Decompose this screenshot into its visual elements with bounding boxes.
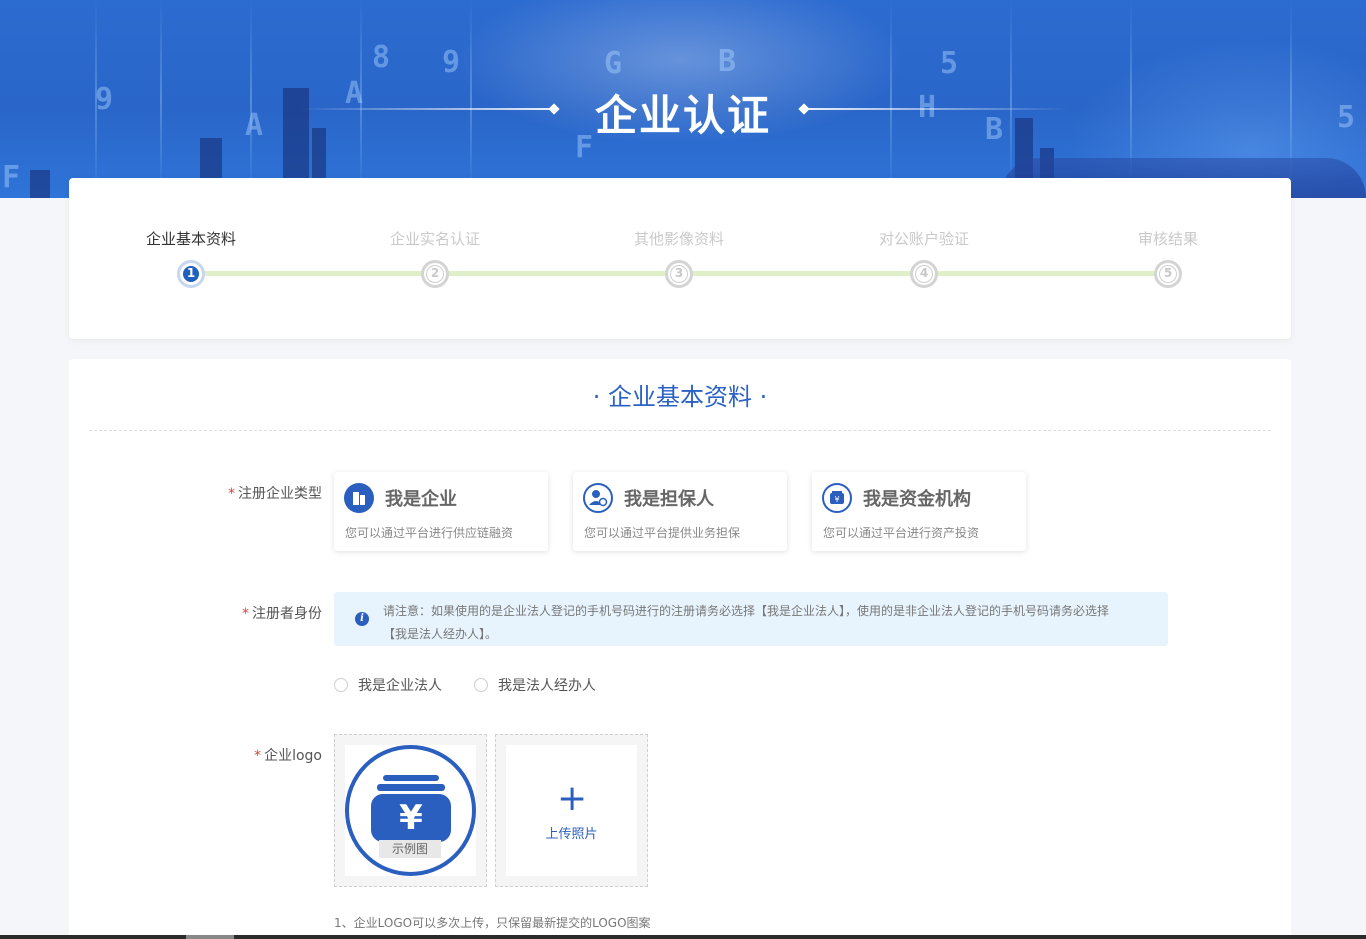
step-number: 1 xyxy=(182,265,200,283)
step-number: 3 xyxy=(670,265,688,283)
step-4: 对公账户验证 4 xyxy=(844,228,1004,288)
step-number: 2 xyxy=(426,265,444,283)
step-label: 企业实名认证 xyxy=(389,230,480,248)
type-card-enterprise[interactable]: 我是企业 您可以通过平台进行供应链融资 xyxy=(334,472,548,551)
radio-label: 我是法人经办人 xyxy=(498,678,596,694)
radio-legal-person[interactable]: 我是企业法人 xyxy=(334,675,442,695)
sample-badge: 示例图 xyxy=(379,840,441,858)
funding-icon: ¥ xyxy=(822,483,852,513)
step-3: 其他影像资料 3 xyxy=(599,228,759,288)
steps-card: 企业基本资料 1 企业实名认证 2 其他影像资料 3 对公账户验证 4 审核结果… xyxy=(69,178,1291,339)
step-1: 企业基本资料 1 xyxy=(111,228,271,288)
step-label: 对公账户验证 xyxy=(878,230,969,248)
notice-text: 请注意：如果使用的是企业法人登记的手机号码进行的注册请务必选择【我是企业法人】，… xyxy=(383,600,1153,646)
radio-circle[interactable] xyxy=(334,678,348,692)
identity-label: * 注册者身份 xyxy=(122,603,322,623)
form-card: · 企业基本资料 · * 注册企业类型 我是企业 您可以通过平台进行供应链融资 我… xyxy=(69,359,1291,939)
upload-inner[interactable]: + 上传照片 xyxy=(506,745,637,876)
sample-logo-box: ¥ 示例图 xyxy=(334,734,487,887)
upload-label: 上传照片 xyxy=(545,827,598,842)
scrollbar-thumb[interactable] xyxy=(186,935,234,939)
step-circle: 3 xyxy=(665,260,693,288)
identity-text: 注册者身份 xyxy=(252,606,322,622)
hero-glyph: 8 xyxy=(372,40,391,75)
notice-box: i 请注意：如果使用的是企业法人登记的手机号码进行的注册请务必选择【我是企业法人… xyxy=(334,592,1168,646)
radio-agent[interactable]: 我是法人经办人 xyxy=(474,675,596,695)
funding-icon: ¥ xyxy=(371,775,451,842)
upload-photo-button[interactable]: + 上传照片 xyxy=(495,734,648,887)
hero-banner: 8 9 A A 9 G B F 5 H B 5 F 企业认证 xyxy=(0,0,1366,198)
step-2: 企业实名认证 2 xyxy=(355,228,515,288)
step-circle: 1 xyxy=(177,260,205,288)
page-title: 企业认证 xyxy=(594,91,771,140)
type-title: 我是资金机构 xyxy=(863,489,971,510)
skyline xyxy=(30,170,50,198)
step-label: 其他影像资料 xyxy=(633,230,724,248)
hero-glyph: 9 xyxy=(442,45,461,80)
guarantor-icon xyxy=(583,483,613,513)
logo-label: * 企业logo xyxy=(122,745,322,765)
type-desc: 您可以通过平台提供业务担保 xyxy=(584,526,741,540)
step-circle: 2 xyxy=(421,260,449,288)
notice-line-1: 请注意：如果使用的是企业法人登记的手机号码进行的注册请务必选择【我是企业法人】，… xyxy=(383,604,1110,618)
company-type-label: * 注册企业类型 xyxy=(122,483,322,503)
type-card-funding[interactable]: ¥ 我是资金机构 您可以通过平台进行资产投资 xyxy=(812,472,1026,551)
radio-circle[interactable] xyxy=(474,678,488,692)
info-icon: i xyxy=(355,612,369,626)
type-desc: 您可以通过平台进行供应链融资 xyxy=(345,526,514,540)
notice-line-2: 【我是法人经办人】。 xyxy=(383,627,498,641)
hero-glyph: B xyxy=(718,44,737,79)
required-mark: * xyxy=(228,486,235,502)
step-5: 审核结果 5 xyxy=(1088,228,1248,288)
radio-label: 我是企业法人 xyxy=(358,678,442,694)
required-mark: * xyxy=(242,606,249,622)
step-number: 4 xyxy=(915,265,933,283)
step-circle: 4 xyxy=(910,260,938,288)
step-number: 5 xyxy=(1159,265,1177,283)
type-card-guarantor[interactable]: 我是担保人 您可以通过平台提供业务担保 xyxy=(573,472,787,551)
hero-glyph: 5 xyxy=(940,46,959,81)
logo-text: 企业logo xyxy=(264,748,322,764)
svg-text:¥: ¥ xyxy=(834,495,839,504)
hero-glyph: F xyxy=(2,160,21,195)
divider xyxy=(89,430,1271,431)
horizontal-scrollbar[interactable] xyxy=(0,935,1366,939)
svg-text:¥: ¥ xyxy=(399,798,423,838)
step-circle: 5 xyxy=(1154,260,1182,288)
section-title: · 企业基本资料 · xyxy=(592,383,768,411)
logo-note: 1、企业LOGO可以多次上传，只保留最新提交的LOGO图案 xyxy=(334,916,651,930)
sample-inner: ¥ 示例图 xyxy=(345,745,476,876)
company-type-text: 注册企业类型 xyxy=(238,486,322,502)
type-desc: 您可以通过平台进行资产投资 xyxy=(823,526,980,540)
required-mark: * xyxy=(254,748,262,764)
title-line-right xyxy=(808,108,1068,110)
step-label: 企业基本资料 xyxy=(145,230,236,248)
type-title: 我是企业 xyxy=(385,489,457,510)
step-label: 审核结果 xyxy=(1137,230,1198,248)
plus-icon: + xyxy=(557,778,588,819)
building-icon xyxy=(344,483,374,513)
type-title: 我是担保人 xyxy=(624,489,714,510)
hero-glyph: G xyxy=(604,46,623,81)
